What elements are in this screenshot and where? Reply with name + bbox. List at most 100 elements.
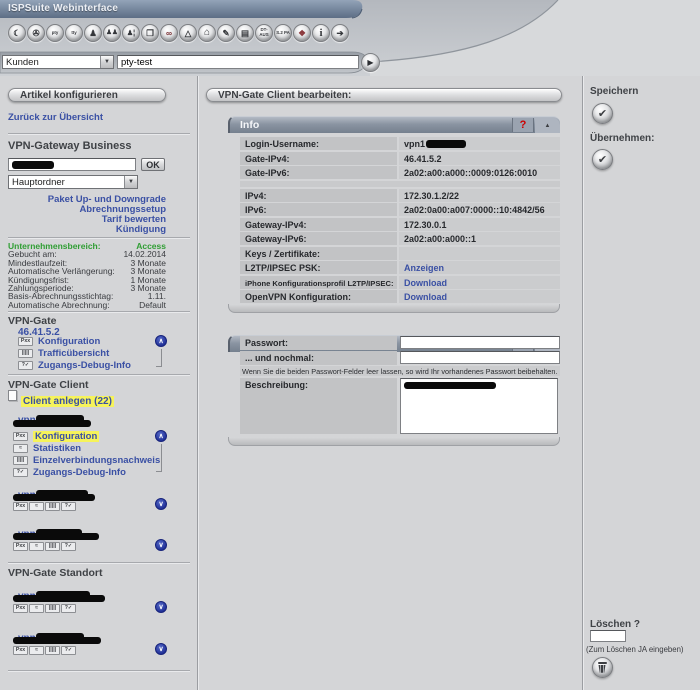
tree-bracket [156,349,162,367]
download-link[interactable]: Download [399,276,560,289]
document-edit-icon[interactable]: ✎ [217,24,235,42]
search-input[interactable] [117,55,359,69]
stats-icon[interactable]: ≈ [29,542,44,551]
vpn-gate-client-heading: VPN-Gate Client [8,379,89,391]
description-textarea[interactable] [400,378,558,434]
pty-icon[interactable]: pty [46,24,64,42]
delete-confirm-input[interactable] [590,630,626,642]
expand-down-icon[interactable]: ∨ [155,601,167,613]
search-go-button[interactable]: ▶ [361,53,380,72]
config-icon[interactable]: Pxx [13,502,28,511]
persons-icon[interactable]: ♟♟ [103,24,121,42]
config-icon[interactable]: Pxx [13,646,28,655]
collapse-button[interactable]: ▲ [535,118,560,133]
expand-down-icon[interactable]: ∨ [155,643,167,655]
pair-icon[interactable]: ∞ [160,24,178,42]
house-icon[interactable]: ⌂ [198,24,216,42]
stats-icon[interactable]: ≈ [29,646,44,655]
person-icon[interactable]: ♟ [84,24,102,42]
logout-icon[interactable]: ➔ [331,24,349,42]
traffic-icon[interactable]: ||||| [45,604,60,613]
password-repeat-label: ... und nochmal: [240,351,397,365]
password-note: Wenn Sie die beiden Passwort-Felder leer… [240,366,560,376]
collapse-up-icon[interactable]: ∧ [155,430,167,442]
save-button[interactable]: ✔ [592,103,613,124]
traffic-icon[interactable]: ||||| [45,646,60,655]
debug-icon[interactable]: ?✓ [61,502,76,511]
apply-label: Übernehmen: [590,133,654,144]
redacted-value [426,140,466,148]
hand-cards-icon[interactable]: ❖ [293,24,311,42]
chevron-down-icon[interactable]: ▼ [124,176,137,188]
traffic-icon[interactable]: ||||| [45,542,60,551]
download-link[interactable]: Download [399,290,560,303]
cube-icon[interactable]: ❒ [141,24,159,42]
divider [8,374,190,375]
sidebar-item-trafficuebersicht[interactable]: |||||Trafficübersicht [18,348,109,359]
traffic-icon[interactable]: ||||| [45,502,60,511]
search-category-select[interactable]: Kunden ▼ [2,55,114,69]
customer-name-field[interactable] [8,158,136,171]
sidebar-item-zugangs-debug-info[interactable]: ?✓Zugangs-Debug-Info [13,467,126,478]
page-title: VPN-Gate Client bearbeiten: [206,88,562,102]
night-icon[interactable]: ☾ [8,24,26,42]
config-icon[interactable]: Pxx [13,542,28,551]
client-shortcut-icons: Pxx≈|||||?✓ [13,604,76,613]
product-title: VPN-Gateway Business [8,140,132,152]
debug-icon[interactable]: ?✓ [61,604,76,613]
anzeigen-link[interactable]: Anzeigen [399,261,560,274]
cart-icon[interactable]: ✇ [27,24,45,42]
detail-row: Gebucht am:14.02.2014 [8,250,166,258]
client-shortcut-icons: Pxx≈|||||?✓ [13,502,76,511]
folder-select[interactable]: Hauptordner ▼ [8,175,138,189]
sidebar-item-konfiguration[interactable]: PxxKonfiguration [18,336,100,347]
person-list-icon[interactable]: ♟¦ [122,24,140,42]
debug-icon[interactable]: ?✓ [61,542,76,551]
password-label: Passwort: [240,336,397,350]
debug-icon: ?✓ [13,468,28,477]
stats-icon[interactable]: ≈ [29,502,44,511]
toolbar: ☾ ✇ pty tty ♟ ♟♟ ♟¦ ❒ ∞ △ ⌂ ✎ ▤ DT- AUS … [8,24,349,42]
tree-bracket [156,444,162,472]
apply-button[interactable]: ✔ [592,149,613,170]
sidebar-item-zugangs-debug-info[interactable]: ?✓Zugangs-Debug-Info [18,360,131,371]
info-icon[interactable]: i [312,24,330,42]
password-field[interactable] [400,336,560,349]
password-repeat-field[interactable] [400,351,560,364]
back-to-overview-link[interactable]: Zurück zur Übersicht [8,112,103,123]
help-button[interactable]: ? [512,118,534,132]
config-icon[interactable]: Pxx [13,604,28,613]
collapse-up-icon[interactable]: ∧ [155,335,167,347]
pyramid-icon[interactable]: △ [179,24,197,42]
stats-icon[interactable]: ≈ [29,604,44,613]
settings-panel-footer [228,437,560,446]
info-row: Keys / Zertifikate: [240,247,560,260]
sidebar-item-statistiken[interactable]: ≈Statistiken [13,443,81,454]
chevron-down-icon[interactable]: ▼ [100,56,113,68]
delete-hint: (Zum Löschen JA eingeben) [586,645,700,654]
sidebar-item-einzelverbindungsnachweis[interactable]: |||||Einzelverbindungsnachweis [13,455,160,466]
s2pa-icon[interactable]: S.2 PA [274,24,292,42]
configure-article-button[interactable]: Artikel konfigurieren [8,88,166,102]
document-icon[interactable]: ▤ [236,24,254,42]
description-label: Beschreibung: [240,378,397,434]
dt-aus-icon[interactable]: DT- AUS [255,24,273,42]
delete-button[interactable] [592,657,613,678]
expand-down-icon[interactable]: ∨ [155,498,167,510]
client-anlegen-link[interactable]: Client anlegen (22) [21,391,114,409]
info-row: Login-Username:vpn1 [240,137,560,150]
check-icon: ✔ [598,153,607,166]
vpn-gate-heading: VPN-Gate [8,315,56,327]
ok-button[interactable]: OK [141,158,165,171]
tty-icon[interactable]: tty [65,24,83,42]
expand-down-icon[interactable]: ∨ [155,539,167,551]
traffic-icon: ||||| [13,456,28,465]
debug-icon[interactable]: ?✓ [61,646,76,655]
link-kuendigung[interactable]: Kündigung [8,224,166,235]
config-icon: Pxx [18,337,33,346]
app-title: ISPSuite Webinterface [8,3,118,14]
sidebar-item-konfiguration[interactable]: PxxKonfiguration [13,431,99,442]
info-row: IPv4:172.30.1.2/22 [240,189,560,202]
play-icon: ▶ [367,58,373,67]
info-row: IPv6:2a02:0a00:a007:0000::10:4842/56 [240,203,560,216]
